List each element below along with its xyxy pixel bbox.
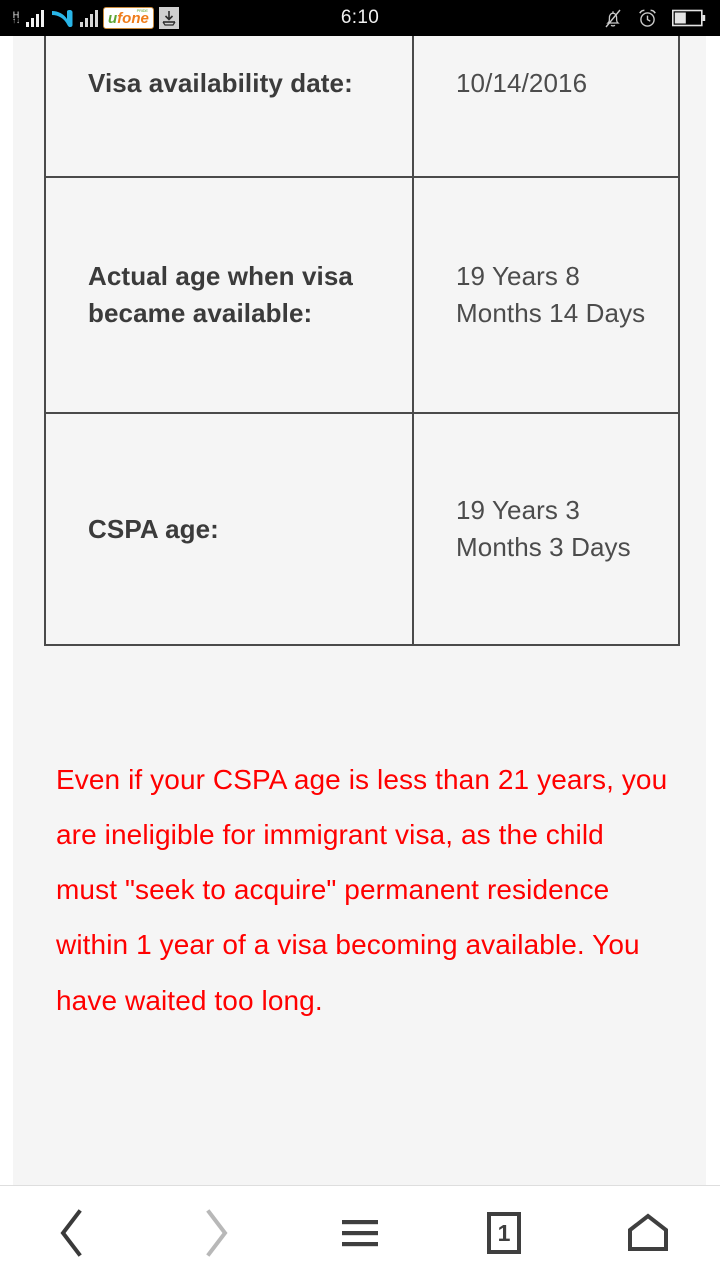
download-icon: [158, 7, 179, 29]
status-bar: H ↑↓ PRIDE u fone 6:10: [0, 0, 720, 36]
telenor-logo-icon: [49, 8, 75, 28]
network-type-indicator: H ↑↓: [12, 11, 20, 25]
browser-toolbar: 1: [0, 1185, 720, 1280]
home-icon: [626, 1213, 670, 1253]
browser-webview[interactable]: Visa availability date: 10/14/2016 Actua…: [0, 36, 720, 1185]
signal-strength-sim1-icon: [26, 9, 44, 27]
menu-hamburger-icon: [339, 1216, 381, 1250]
forward-chevron-icon: [199, 1207, 233, 1259]
row-value-actual-age: 19 Years 8 Months 14 Days: [412, 176, 680, 414]
status-bar-right-group: [603, 0, 706, 36]
ufone-logo-u: u: [108, 9, 118, 27]
table-row: Visa availability date: 10/14/2016: [44, 36, 680, 178]
menu-button[interactable]: [288, 1186, 432, 1280]
row-value-cspa-age: 19 Years 3 Months 3 Days: [412, 412, 680, 646]
phone-screen: H ↑↓ PRIDE u fone 6:10 Visa availability…: [0, 0, 720, 1280]
tab-count-badge: 1: [487, 1212, 521, 1254]
row-value-visa-availability-date: 10/14/2016: [412, 36, 680, 178]
table-row: Actual age when visa became available: 1…: [44, 176, 680, 414]
status-bar-left-group: H ↑↓ PRIDE u fone: [12, 7, 179, 29]
row-label-cspa-age: CSPA age:: [44, 412, 414, 646]
battery-half-icon: [672, 9, 706, 28]
back-button[interactable]: [0, 1186, 144, 1280]
ufone-carrier-logo: PRIDE u fone: [103, 7, 154, 29]
network-traffic-arrows-icon: ↑↓: [12, 16, 20, 25]
signal-strength-sim2-icon: [80, 9, 98, 27]
ineligibility-warning-text: Even if your CSPA age is less than 21 ye…: [56, 764, 668, 1016]
table-row: CSPA age: 19 Years 3 Months 3 Days: [44, 412, 680, 646]
ufone-logo-tagline: PRIDE: [136, 8, 148, 13]
alarm-clock-icon: [637, 8, 658, 29]
row-label-visa-availability-date: Visa availability date:: [44, 36, 414, 178]
row-label-actual-age: Actual age when visa became available:: [44, 176, 414, 414]
cspa-results-table: Visa availability date: 10/14/2016 Actua…: [44, 36, 680, 646]
bell-muted-icon: [603, 8, 623, 29]
forward-button[interactable]: [144, 1186, 288, 1280]
back-chevron-icon: [55, 1207, 89, 1259]
tab-switcher-button[interactable]: 1: [432, 1186, 576, 1280]
page-content: Visa availability date: 10/14/2016 Actua…: [13, 36, 706, 1028]
home-button[interactable]: [576, 1186, 720, 1280]
